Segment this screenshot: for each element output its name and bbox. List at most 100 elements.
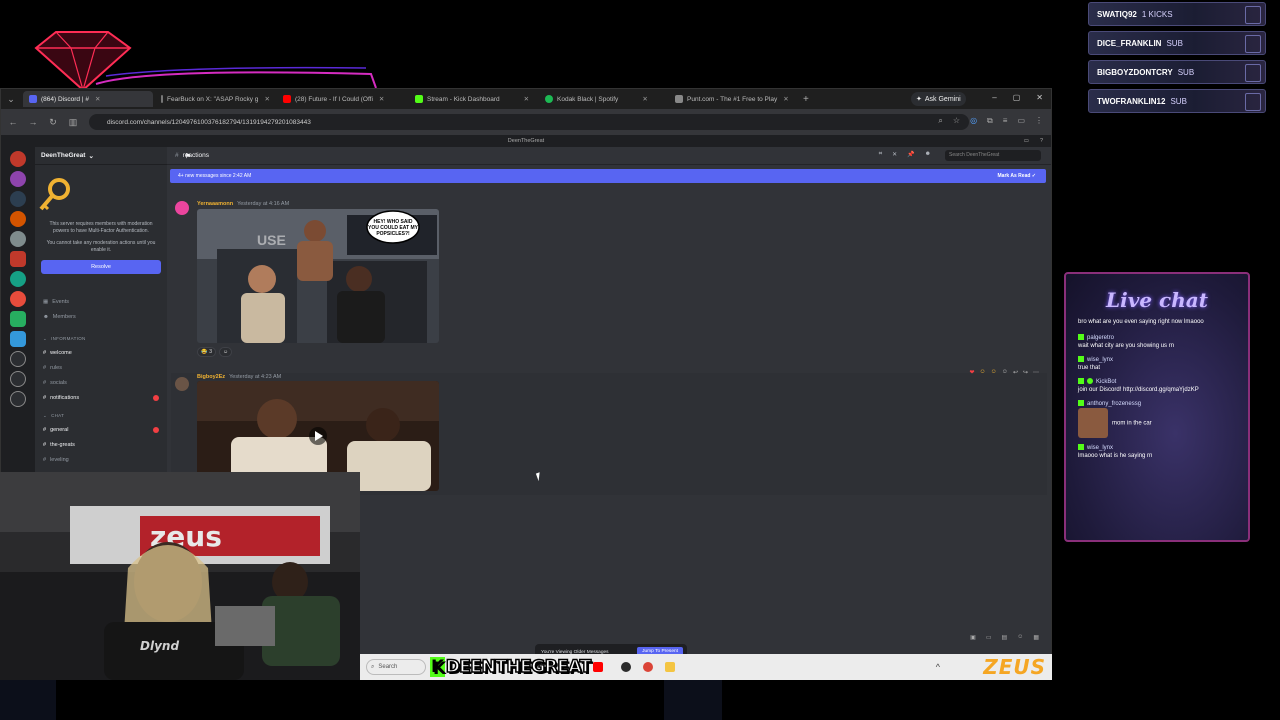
youtube-taskbar-icon[interactable] (592, 662, 603, 672)
message-author[interactable]: Bigboy2Ez Yesterday at 4:23 AM (197, 374, 281, 380)
close-window-icon[interactable]: ✕ (1036, 93, 1043, 102)
discover-icon[interactable] (10, 371, 26, 387)
tray-chevron-icon[interactable]: ^ (936, 662, 940, 672)
x-icon (161, 95, 163, 103)
channel-the-greats[interactable]: # the-greats (35, 437, 167, 452)
add-reaction-icon[interactable]: ☺ (1002, 369, 1008, 376)
channel-header: # reactions ⌗ ✕ 📌 ☻ Search DeenTheGreat (167, 147, 1051, 165)
heart-reaction-icon[interactable]: ❤ (969, 369, 974, 376)
download-icon[interactable] (10, 391, 26, 407)
puzzle-icon[interactable]: ⧉ (987, 116, 993, 126)
extension-icon[interactable]: ◎ (970, 116, 977, 126)
discord-titlebar: DeenTheGreat ▭ ? (1, 135, 1051, 147)
pin-icon[interactable]: 📌 (907, 151, 914, 158)
mark-as-read-button[interactable]: Mark As Read ✓ (998, 173, 1036, 179)
ask-gemini-button[interactable]: ✦ Ask Gemini (911, 92, 966, 106)
channel-general[interactable]: # general (35, 422, 167, 437)
hash-icon: # (43, 426, 47, 433)
reply-icon[interactable]: ↩ (1013, 369, 1018, 376)
tab-x[interactable]: FearBuck on X: "ASAP Rocky g ✕ (155, 91, 275, 107)
inbox-icon[interactable]: ▭ (1024, 135, 1029, 147)
emoji-reaction-icon[interactable]: ☺ (980, 369, 986, 376)
reload-icon[interactable]: ↻ (43, 117, 63, 128)
server-name[interactable]: DeenTheGreat ⌄ ⚑ (35, 147, 191, 165)
apps-icon[interactable]: ▦ (1033, 634, 1039, 641)
server-icon[interactable] (10, 171, 26, 187)
server-icon[interactable] (10, 251, 26, 267)
nav-events[interactable]: ▦ Events (35, 294, 167, 309)
category-chat[interactable]: ⌄ CHAT (35, 409, 167, 422)
help-icon[interactable]: ? (1040, 135, 1043, 147)
gift-icon[interactable]: ▣ (970, 634, 976, 641)
sticker-icon[interactable]: ▤ (1002, 634, 1008, 641)
tab-punt[interactable]: Punt.com - The #1 Free to Play ✕ (669, 91, 797, 107)
channel-search-input[interactable]: Search DeenTheGreat (945, 150, 1041, 161)
tab-spotify[interactable]: Kodak Black | Spotify ✕ (539, 91, 667, 107)
tab-kick[interactable]: Stream - Kick Dashboard ✕ (409, 91, 537, 107)
close-icon[interactable]: ✕ (524, 95, 529, 103)
tab-list-icon[interactable]: ⌄ (1, 94, 21, 105)
streamer-name-overlay: K DEENTHEGREAT (430, 656, 592, 678)
tab-discord[interactable]: (864) Discord | # ✕ (23, 91, 153, 107)
new-tab-button[interactable]: + (803, 94, 809, 105)
threads-icon[interactable]: ⌗ (879, 151, 882, 158)
reaction-chip[interactable]: 😂 3 (197, 347, 217, 357)
kick-icon (415, 95, 423, 103)
address-bar: ← → ↻ ▥ discord.com/channels/12049761003… (1, 109, 1051, 135)
avatar[interactable] (175, 201, 189, 215)
close-icon[interactable]: ✕ (264, 95, 269, 103)
channel-notifications[interactable]: # notifications (35, 390, 167, 405)
tab-youtube[interactable]: (28) Future - If I Could (Offi ✕ (277, 91, 407, 107)
server-icon[interactable] (10, 271, 26, 287)
chrome-taskbar-icon[interactable] (642, 662, 653, 672)
url-field[interactable]: discord.com/channels/1204976100376182794… (89, 114, 969, 130)
profile-icon[interactable]: ▭ (1017, 116, 1025, 126)
avatar[interactable] (175, 377, 189, 391)
message-author[interactable]: Yernaaamonn Yesterday at 4:16 AM (197, 201, 289, 207)
channel-socials[interactable]: # socials (35, 375, 167, 390)
members-list-icon[interactable]: ☻ (925, 151, 931, 158)
channel-welcome[interactable]: # welcome (35, 345, 167, 360)
back-icon[interactable]: ← (3, 117, 23, 127)
taskbar-search[interactable]: ⌕ Search (366, 659, 426, 675)
server-icon[interactable] (10, 211, 26, 227)
nav-members[interactable]: ☻ Members (35, 309, 167, 324)
forward-icon[interactable]: → (23, 117, 43, 127)
mute-bell-icon[interactable]: ✕ (892, 151, 897, 158)
zoom-icon[interactable]: ⌕ (938, 116, 942, 126)
maximize-icon[interactable]: ▢ (1013, 93, 1021, 102)
channel-rules[interactable]: # rules (35, 360, 167, 375)
close-icon[interactable]: ✕ (783, 95, 788, 103)
explorer-taskbar-icon[interactable] (664, 662, 675, 672)
more-icon[interactable]: ⋯ (1033, 369, 1039, 376)
minimize-icon[interactable]: – (992, 93, 996, 102)
menu-dots-icon[interactable]: ⋮ (1035, 116, 1043, 126)
close-icon[interactable]: ✕ (642, 95, 647, 103)
webcam-edge (664, 680, 722, 720)
add-reaction-button[interactable]: ☺ (219, 347, 233, 357)
server-icon[interactable] (10, 151, 26, 167)
chat-message: wise_lynx lmaooo what is he saying rn (1078, 444, 1153, 459)
event-item: SWATIQ92 1 KICKS (1088, 2, 1266, 26)
emoji-icon[interactable]: ☺ (1017, 634, 1023, 641)
close-icon[interactable]: ✕ (95, 95, 100, 103)
server-icon[interactable] (10, 331, 26, 347)
sidebar-toggle-icon[interactable]: ▥ (63, 117, 83, 128)
obs-taskbar-icon[interactable] (620, 662, 631, 672)
server-icon[interactable] (10, 191, 26, 207)
emoji-reaction-icon[interactable]: ☺ (991, 369, 997, 376)
add-server-icon[interactable] (10, 351, 26, 367)
forward-icon[interactable]: ↪ (1023, 369, 1028, 376)
bookmark-star-icon[interactable]: ☆ (953, 116, 960, 126)
channel-leveling[interactable]: # leveling (35, 452, 167, 467)
message-image[interactable]: HEY! WHO SAID YOU COULD EAT MY POPSICLES… (197, 209, 439, 343)
server-icon[interactable] (10, 231, 26, 247)
server-icon[interactable] (10, 291, 26, 307)
media-icon[interactable]: ≡ (1003, 116, 1008, 126)
server-icon[interactable] (10, 311, 26, 327)
new-messages-bar[interactable]: 4+ new messages since 2:42 AM Mark As Rea… (170, 169, 1046, 183)
resolve-button[interactable]: Resolve (41, 260, 161, 274)
category-information[interactable]: ⌄ INFORMATION (35, 332, 167, 345)
close-icon[interactable]: ✕ (379, 95, 384, 103)
gif-icon[interactable]: ▭ (986, 634, 992, 641)
